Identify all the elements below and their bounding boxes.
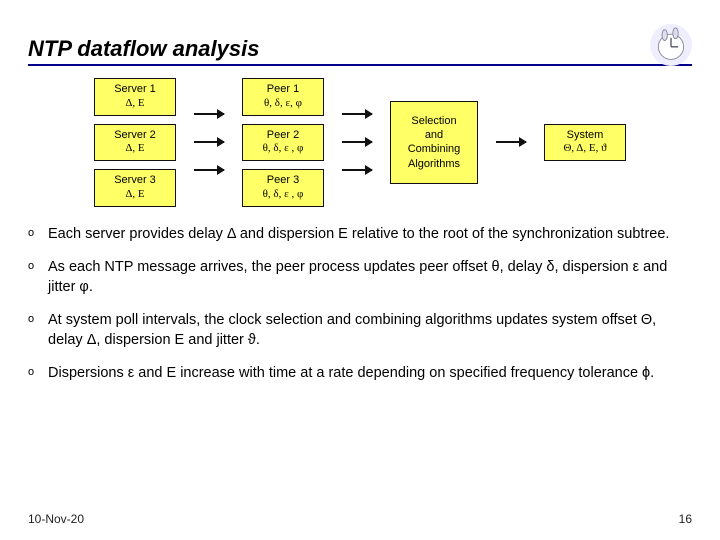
dataflow-diagram: Server 1 Δ, Ε Server 2 Δ, Ε Server 3 Δ, … bbox=[28, 78, 692, 207]
footer-date: 10-Nov-20 bbox=[28, 512, 84, 526]
peer-label: Peer 1 bbox=[251, 83, 315, 97]
arrow-icon bbox=[342, 113, 372, 115]
system-symbols: Θ, Δ, Ε, ϑ bbox=[553, 142, 617, 156]
arrows-peers-to-selection bbox=[342, 113, 372, 171]
arrow-icon bbox=[194, 141, 224, 143]
peer-box: Peer 2 θ, δ, ε , φ bbox=[242, 124, 324, 162]
peer-label: Peer 2 bbox=[251, 129, 315, 143]
server-box: Server 2 Δ, Ε bbox=[94, 124, 176, 162]
arrows-servers-to-peers bbox=[194, 113, 224, 171]
arrow-icon bbox=[496, 141, 526, 143]
servers-column: Server 1 Δ, Ε Server 2 Δ, Ε Server 3 Δ, … bbox=[94, 78, 176, 207]
peer-box: Peer 1 θ, δ, ε, φ bbox=[242, 78, 324, 116]
bullet-item: Dispersions ε and Ε increase with time a… bbox=[48, 364, 684, 384]
peer-symbols: θ, δ, ε, φ bbox=[251, 97, 315, 111]
arrow-icon bbox=[342, 169, 372, 171]
server-symbols: Δ, Ε bbox=[103, 188, 167, 202]
server-label: Server 3 bbox=[103, 174, 167, 188]
slide-footer: 10-Nov-20 16 bbox=[28, 512, 692, 526]
title-bar: NTP dataflow analysis bbox=[28, 20, 692, 66]
arrow-icon bbox=[342, 141, 372, 143]
server-box: Server 3 Δ, Ε bbox=[94, 169, 176, 207]
arrow-icon bbox=[194, 169, 224, 171]
peer-symbols: θ, δ, ε , φ bbox=[251, 188, 315, 202]
footer-page: 16 bbox=[679, 512, 692, 526]
server-label: Server 1 bbox=[103, 83, 167, 97]
server-symbols: Δ, Ε bbox=[103, 97, 167, 111]
selection-box: Selection and Combining Algorithms bbox=[390, 101, 478, 184]
rabbit-clock-icon bbox=[650, 24, 692, 66]
peer-label: Peer 3 bbox=[251, 174, 315, 188]
bullet-item: As each NTP message arrives, the peer pr… bbox=[48, 258, 684, 297]
peer-box: Peer 3 θ, δ, ε , φ bbox=[242, 169, 324, 207]
peers-column: Peer 1 θ, δ, ε, φ Peer 2 θ, δ, ε , φ Pee… bbox=[242, 78, 324, 207]
peer-symbols: θ, δ, ε , φ bbox=[251, 142, 315, 156]
arrow-icon bbox=[194, 113, 224, 115]
slide-title: NTP dataflow analysis bbox=[28, 36, 259, 62]
server-box: Server 1 Δ, Ε bbox=[94, 78, 176, 116]
system-label: System bbox=[553, 129, 617, 143]
server-label: Server 2 bbox=[103, 129, 167, 143]
bullet-item: Each server provides delay Δ and dispers… bbox=[48, 225, 684, 245]
server-symbols: Δ, Ε bbox=[103, 142, 167, 156]
bullet-list: Each server provides delay Δ and dispers… bbox=[28, 225, 692, 384]
system-box: System Θ, Δ, Ε, ϑ bbox=[544, 124, 626, 162]
bullet-item: At system poll intervals, the clock sele… bbox=[48, 311, 684, 350]
